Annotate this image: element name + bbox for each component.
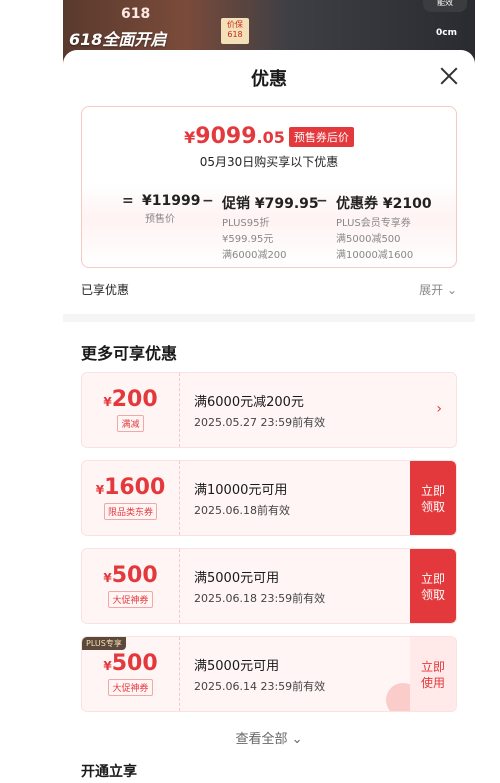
presale-column: ¥11999 预售价 xyxy=(142,193,200,228)
price-breakdown: = ¥11999 预售价 − 促销 ¥799.95 PLUS95折 ¥599.9… xyxy=(82,193,456,263)
final-price-badge: 预售券后价 xyxy=(288,126,354,147)
coupon-amount: ¥200 xyxy=(103,387,158,412)
presale-price: ¥11999 xyxy=(142,193,201,209)
coupon-expiry: 2025.05.27 23:59前有效 xyxy=(194,416,326,429)
coupon-amount: ¥1600 xyxy=(95,475,166,500)
view-all-link[interactable]: 查看全部 ⌄ xyxy=(63,728,475,747)
coupon-info: 满10000元可用 2025.06.18前有效 xyxy=(194,479,290,518)
coupon-amount-area: ¥200 满减 xyxy=(82,373,180,447)
open-membership-title: 开通立享 xyxy=(81,764,137,780)
minus-sign: − xyxy=(202,193,214,209)
coupon-condition: 满6000元减200元 xyxy=(194,395,304,410)
promo-full-reduction: 满6000减200 xyxy=(222,250,287,261)
use-coupon-button[interactable]: 立即 使用 xyxy=(410,637,456,711)
buy-date-note: 05月30日购买享以下优惠 xyxy=(199,155,339,169)
enjoyed-discounts-row: 已享优惠 展开 ⌄ xyxy=(81,281,457,301)
final-price-row: ¥9099.05 预售券后价 xyxy=(82,124,456,149)
sheet-title: 优惠 xyxy=(251,69,287,90)
coupon-amount: ¥500 xyxy=(103,651,158,676)
coupon-type-tag: 大促神券 xyxy=(108,591,153,608)
presale-label: 预售价 xyxy=(145,214,175,225)
expand-button[interactable]: 展开 ⌄ xyxy=(419,281,457,298)
promo-plus-discount: PLUS95折 xyxy=(222,218,270,229)
coupon-card: PLUS专享 ¥500 大促神券 满5000元可用 2025.06.14 23:… xyxy=(81,636,457,712)
coupon-condition: 满10000元可用 xyxy=(194,483,288,498)
coupon-amount: ¥500 xyxy=(103,563,158,588)
coupon-card[interactable]: ¥200 满减 满6000元减200元 2025.05.27 23:59前有效 … xyxy=(81,372,457,448)
price-protection-tag: 价保618 xyxy=(221,18,249,44)
coupon-expiry: 2025.06.18 23:59前有效 xyxy=(194,592,326,605)
coupon-condition: 满5000元可用 xyxy=(194,571,280,586)
coupon-info: 满5000元可用 2025.06.14 23:59前有效 xyxy=(194,655,325,694)
chevron-right-icon[interactable]: › xyxy=(436,401,442,417)
coupon-expiry: 2025.06.14 23:59前有效 xyxy=(194,680,326,693)
discount-sheet: 优惠 ¥9099.05 预售券后价 05月30日购买享以下优惠 = ¥11999 … xyxy=(63,50,475,783)
coupon-card: ¥1600 限品类东券 满10000元可用 2025.06.18前有效 立即 领取 xyxy=(81,460,457,536)
equals-sign: = xyxy=(122,193,134,209)
coupon-5000-500: 满5000减500 xyxy=(336,234,401,245)
claim-coupon-button[interactable]: 立即 领取 xyxy=(410,461,456,535)
claim-coupon-button[interactable]: 立即 领取 xyxy=(410,549,456,623)
promo-column: 促销 ¥799.95 PLUS95折 ¥599.95元 满6000减200 xyxy=(222,193,319,264)
promo-banner-text: 618全面开启 xyxy=(69,30,167,49)
sheet-header: 优惠 xyxy=(63,50,475,106)
promo-plus-amount: ¥599.95元 xyxy=(222,234,274,245)
coupon-column: 优惠券 ¥2100 PLUS会员专享券 满5000减500 满10000减160… xyxy=(336,193,432,264)
energy-badge: 能效 xyxy=(423,0,467,12)
coupon-type-tag: 满减 xyxy=(117,415,144,432)
price-summary-card: ¥9099.05 预售券后价 05月30日购买享以下优惠 = ¥11999 预售价… xyxy=(81,106,457,268)
coupon-condition: 满5000元可用 xyxy=(194,659,280,674)
promo-total: 促销 ¥799.95 xyxy=(222,196,319,212)
more-discounts-title: 更多可享优惠 xyxy=(81,344,178,363)
coupon-amount-area: ¥1600 限品类东券 xyxy=(82,461,180,535)
enjoyed-label: 已享优惠 xyxy=(81,283,130,297)
coupon-card: ¥500 大促神券 满5000元可用 2025.06.18 23:59前有效 立… xyxy=(81,548,457,624)
minus-sign: − xyxy=(316,193,328,209)
promo-618-text: 618 xyxy=(121,6,151,22)
coupon-total: 优惠券 ¥2100 xyxy=(336,196,432,212)
coupon-plus-exclusive: PLUS会员专享券 xyxy=(336,218,411,229)
coupon-amount-area: ¥500 大促神券 xyxy=(82,637,180,711)
coupon-type-tag: 大促神券 xyxy=(108,679,153,696)
coupon-10000-1600: 满10000减1600 xyxy=(336,250,414,261)
final-price: ¥9099.05 xyxy=(184,124,285,149)
coupon-type-tag: 限品类东券 xyxy=(103,503,157,520)
coupon-expiry: 2025.06.18前有效 xyxy=(194,504,290,517)
coupon-amount-area: ¥500 大促神券 xyxy=(82,549,180,623)
close-icon[interactable] xyxy=(437,64,461,88)
coupon-info: 满6000元减200元 2025.05.27 23:59前有效 xyxy=(194,391,325,430)
section-divider xyxy=(63,314,475,322)
size-text: 0cm xyxy=(436,28,457,38)
coupon-info: 满5000元可用 2025.06.18 23:59前有效 xyxy=(194,567,325,606)
